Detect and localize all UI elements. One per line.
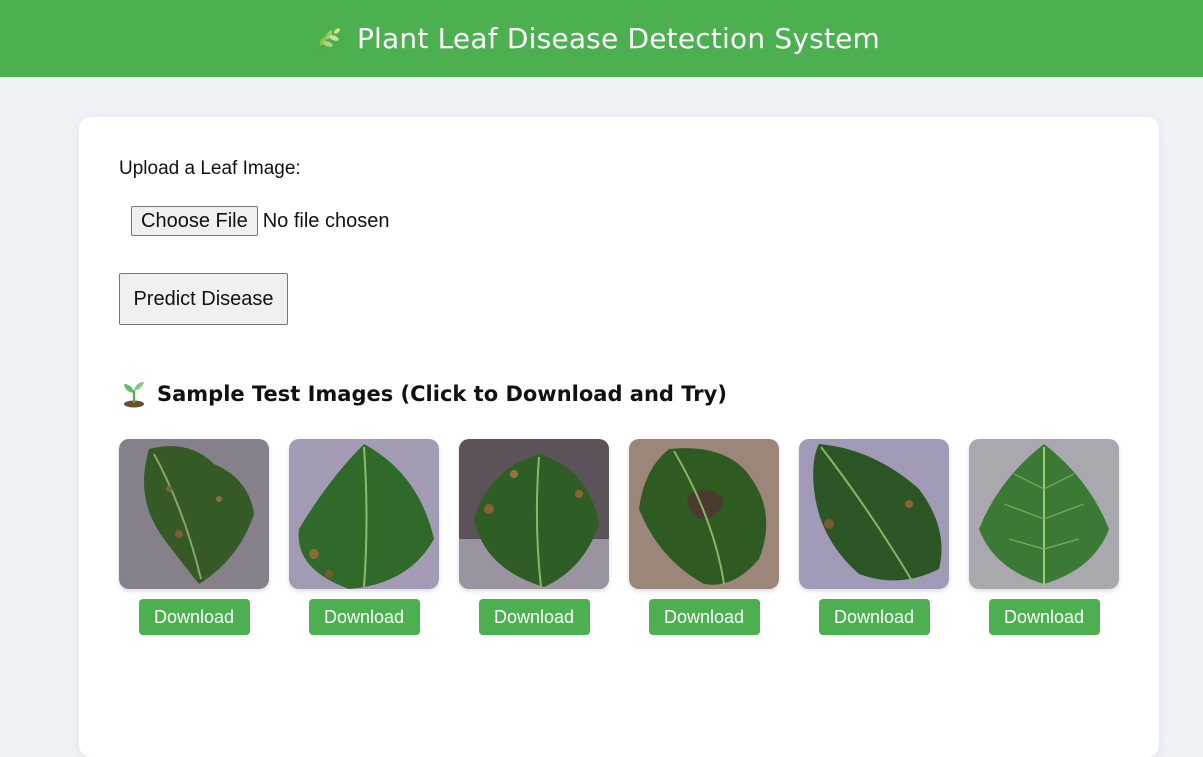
download-button[interactable]: Download xyxy=(818,599,930,635)
sample-item: Download xyxy=(119,439,269,635)
seedling-icon xyxy=(121,380,147,408)
sample-item: Download xyxy=(629,439,779,635)
samples-heading: Sample Test Images (Click to Download an… xyxy=(121,380,727,408)
sample-leaf-image[interactable] xyxy=(799,439,949,589)
upload-label: Upload a Leaf Image: xyxy=(119,158,301,179)
file-input[interactable]: Choose File No file chosen xyxy=(131,206,389,236)
sample-item: Download xyxy=(459,439,609,635)
sample-leaf-image[interactable] xyxy=(459,439,609,589)
samples-title-text: Sample Test Images (Click to Download an… xyxy=(157,382,727,406)
page-header: Plant Leaf Disease Detection System xyxy=(0,0,1203,77)
main-card: Upload a Leaf Image: Choose File No file… xyxy=(79,117,1159,757)
download-button[interactable]: Download xyxy=(138,599,250,635)
sample-leaf-image[interactable] xyxy=(969,439,1119,589)
download-button[interactable]: Download xyxy=(478,599,590,635)
sample-leaf-image[interactable] xyxy=(119,439,269,589)
sample-leaf-image[interactable] xyxy=(289,439,439,589)
herb-icon xyxy=(313,24,343,54)
download-button[interactable]: Download xyxy=(988,599,1100,635)
sample-item: Download xyxy=(969,439,1119,635)
predict-disease-button[interactable]: Predict Disease xyxy=(119,273,288,325)
download-button[interactable]: Download xyxy=(308,599,420,635)
sample-item: Download xyxy=(799,439,949,635)
sample-leaf-image[interactable] xyxy=(629,439,779,589)
sample-item: Download xyxy=(289,439,439,635)
sample-images-grid: Download Download Download Download Down… xyxy=(119,439,1139,635)
download-button[interactable]: Download xyxy=(648,599,760,635)
choose-file-button[interactable]: Choose File xyxy=(131,206,258,236)
page-title: Plant Leaf Disease Detection System xyxy=(356,22,881,55)
file-status-text: No file chosen xyxy=(262,209,390,232)
